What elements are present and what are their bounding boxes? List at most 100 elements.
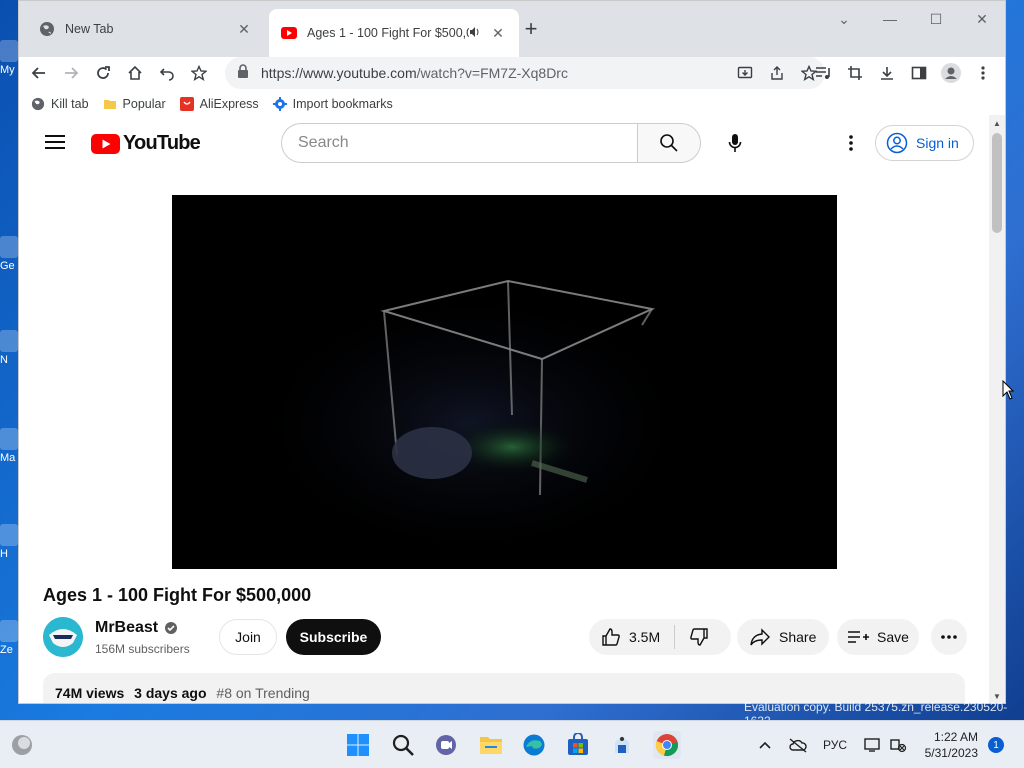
tab-new-tab[interactable]: New Tab ✕	[27, 9, 265, 49]
scroll-up-icon[interactable]: ▲	[993, 119, 1001, 128]
browser-menu-icon[interactable]	[967, 57, 999, 89]
search-icon[interactable]	[389, 731, 417, 759]
join-button[interactable]: Join	[219, 619, 277, 655]
installer-icon[interactable]	[608, 731, 636, 759]
settings-menu-icon[interactable]	[831, 123, 871, 163]
profile-icon[interactable]	[935, 57, 967, 89]
account-icon	[886, 132, 908, 154]
new-tab-button[interactable]: +	[517, 15, 545, 43]
chat-icon[interactable]	[432, 731, 460, 759]
address-bar[interactable]: https://www.youtube.com/watch?v=FM7Z-Xq8…	[225, 57, 825, 89]
tray-overflow-icon[interactable]	[758, 721, 772, 768]
close-icon[interactable]: ✕	[235, 20, 253, 38]
save-button[interactable]: Save	[837, 619, 919, 655]
channel-name[interactable]: MrBeast	[95, 619, 178, 637]
menu-icon[interactable]	[43, 131, 67, 155]
globe-icon	[31, 97, 45, 111]
reload-icon[interactable]	[87, 57, 119, 89]
back-icon[interactable]	[23, 57, 55, 89]
home-icon[interactable]	[119, 57, 151, 89]
cloud-offline-icon[interactable]	[788, 721, 808, 768]
video-owner-row: MrBeast 156M subscribers Join Subscribe …	[43, 617, 967, 657]
video-frame	[242, 279, 702, 565]
minimize-icon[interactable]: —	[867, 7, 913, 31]
more-actions-button[interactable]	[931, 619, 967, 655]
youtube-page: YouTube Search Sign in Ages 1 - 100 Figh…	[19, 115, 991, 703]
bookmark-import[interactable]: Import bookmarks	[272, 96, 393, 111]
maximize-icon[interactable]: ☐	[913, 7, 959, 31]
youtube-icon	[281, 25, 297, 41]
edge-icon[interactable]	[520, 731, 548, 759]
window-close-icon[interactable]: ✕	[959, 7, 1005, 31]
search-button[interactable]	[637, 123, 701, 163]
network-offline-icon[interactable]	[889, 721, 907, 768]
install-icon[interactable]	[729, 57, 761, 89]
microphone-icon[interactable]	[715, 123, 755, 163]
search-box: Search	[281, 123, 701, 163]
chrome-icon[interactable]	[653, 731, 681, 759]
widgets-icon[interactable]	[8, 731, 36, 759]
scrollbar-thumb[interactable]	[992, 133, 1002, 233]
like-button[interactable]: 3.5M	[589, 625, 676, 649]
avatar[interactable]	[43, 617, 83, 657]
download-icon[interactable]	[871, 57, 903, 89]
clock-time: 1:22 AM	[933, 730, 978, 744]
taskbar: РУС 1:22 AM 5/31/2023 1	[0, 720, 1024, 768]
youtube-logo[interactable]: YouTube	[91, 132, 201, 155]
desktop-icon-ge[interactable]: Ge	[0, 236, 18, 272]
page-scrollbar[interactable]: ▲ ▼	[989, 115, 1005, 703]
desktop-icon-h[interactable]: H	[0, 524, 18, 560]
mouse-cursor-icon	[1002, 379, 1015, 405]
sign-in-button[interactable]: Sign in	[875, 125, 974, 161]
close-icon[interactable]: ✕	[489, 24, 507, 42]
share-button[interactable]: Share	[737, 619, 829, 655]
tab-strip: New Tab ✕ Ages 1 - 100 Fight For $500,00…	[19, 1, 1005, 57]
folder-icon	[103, 97, 117, 111]
crop-icon[interactable]	[839, 57, 871, 89]
thumbs-down-icon	[690, 628, 708, 646]
playlist-add-icon	[848, 631, 869, 643]
side-panel-icon[interactable]	[903, 57, 935, 89]
share-icon	[750, 628, 770, 646]
clock[interactable]: 1:22 AM 5/31/2023	[925, 729, 978, 761]
undo-icon[interactable]	[151, 57, 183, 89]
clock-date: 5/31/2023	[924, 746, 978, 760]
lock-icon[interactable]	[237, 63, 249, 83]
trending-rank: #8 on Trending	[216, 685, 310, 701]
share-page-icon[interactable]	[761, 57, 793, 89]
tab-youtube[interactable]: Ages 1 - 100 Fight For $500,000 ✕	[269, 9, 519, 57]
url-text[interactable]: https://www.youtube.com/watch?v=FM7Z-Xq8…	[261, 65, 729, 81]
globe-icon	[39, 21, 55, 37]
desktop-icon-n[interactable]: N	[0, 330, 18, 366]
desktop-icon-ma[interactable]: Ma	[0, 428, 18, 464]
media-control-icon[interactable]	[807, 57, 839, 89]
youtube-play-icon	[91, 133, 120, 154]
bookmark-popular[interactable]: Popular	[103, 97, 166, 111]
bookmark-kill-tab[interactable]: Kill tab	[31, 97, 89, 111]
bookmark-aliexpress[interactable]: AliExpress	[179, 96, 259, 111]
desktop-icon-my[interactable]: My	[0, 40, 18, 76]
browser-window: New Tab ✕ Ages 1 - 100 Fight For $500,00…	[18, 0, 1006, 704]
display-icon[interactable]	[864, 721, 882, 768]
tab-search-icon[interactable]: ⌄	[821, 7, 867, 31]
search-input[interactable]: Search	[281, 123, 637, 163]
desktop-icon-ze[interactable]: Ze	[0, 620, 18, 656]
video-player[interactable]	[172, 195, 837, 569]
like-dislike-group: 3.5M	[589, 619, 731, 655]
browser-toolbar: https://www.youtube.com/watch?v=FM7Z-Xq8…	[19, 57, 1005, 89]
aliexpress-icon	[179, 96, 194, 111]
forward-icon[interactable]	[55, 57, 87, 89]
thumbs-up-icon	[602, 628, 620, 646]
dislike-button[interactable]	[675, 627, 723, 647]
verified-icon	[165, 622, 178, 634]
start-icon[interactable]	[344, 731, 372, 759]
notification-badge[interactable]: 1	[988, 737, 1004, 753]
speaker-icon[interactable]	[469, 26, 481, 41]
subscribe-button[interactable]: Subscribe	[286, 619, 381, 655]
language-indicator[interactable]: РУС	[823, 721, 847, 768]
file-explorer-icon[interactable]	[477, 731, 505, 759]
store-icon[interactable]	[564, 731, 592, 759]
gear-icon	[272, 96, 287, 111]
bookmark-star-icon[interactable]	[183, 57, 215, 89]
upload-age: 3 days ago	[134, 685, 207, 701]
